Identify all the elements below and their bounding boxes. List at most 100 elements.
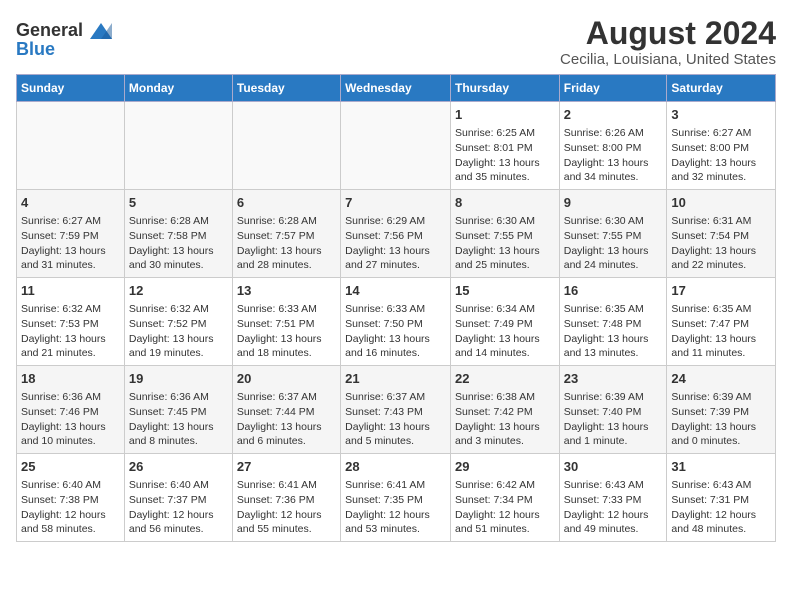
day-info: Sunrise: 6:29 AM Sunset: 7:56 PM Dayligh… (345, 214, 446, 273)
table-row: 13Sunrise: 6:33 AM Sunset: 7:51 PM Dayli… (232, 278, 340, 366)
day-number: 10 (671, 194, 771, 212)
day-number: 25 (21, 458, 120, 476)
table-row: 17Sunrise: 6:35 AM Sunset: 7:47 PM Dayli… (667, 278, 776, 366)
day-number: 5 (129, 194, 228, 212)
table-row: 18 Sunrise: 6:36 AM Sunset: 7:46 PM Dayli… (17, 366, 125, 454)
calendar-header-row: Sunday Monday Tuesday Wednesday Thursday… (17, 75, 776, 102)
header-monday: Monday (124, 75, 232, 102)
day-number: 28 (345, 458, 446, 476)
day-info: Sunrise: 6:32 AM Sunset: 7:53 PM Dayligh… (21, 302, 120, 361)
table-row (341, 102, 451, 190)
day-info: Sunrise: 6:33 AM Sunset: 7:50 PM Dayligh… (345, 302, 446, 361)
table-row: 2 Sunrise: 6:26 AM Sunset: 8:00 PM Daylig… (559, 102, 667, 190)
day-number: 11 (21, 282, 120, 300)
table-row: 29Sunrise: 6:42 AM Sunset: 7:34 PM Dayli… (450, 453, 559, 541)
day-info: Sunrise: 6:41 AM Sunset: 7:36 PM Dayligh… (237, 478, 336, 537)
table-row: 14 Sunrise: 6:33 AM Sunset: 7:50 PM Dayli… (341, 278, 451, 366)
day-info: Sunrise: 6:37 AM Sunset: 7:43 PM Dayligh… (345, 390, 446, 449)
table-row: 26Sunrise: 6:40 AM Sunset: 7:37 PM Dayli… (124, 453, 232, 541)
table-row: 28 Sunrise: 6:41 AM Sunset: 7:35 PM Dayli… (341, 453, 451, 541)
table-row: 21Sunrise: 6:37 AM Sunset: 7:43 PM Dayli… (341, 366, 451, 454)
table-row: 6Sunrise: 6:28 AM Sunset: 7:57 PM Daylig… (232, 190, 340, 278)
header-sunday: Sunday (17, 75, 125, 102)
day-number: 24 (671, 370, 771, 388)
day-info: Sunrise: 6:36 AM Sunset: 7:45 PM Dayligh… (129, 390, 228, 449)
table-row (124, 102, 232, 190)
table-row: 5 Sunrise: 6:28 AM Sunset: 7:58 PM Daylig… (124, 190, 232, 278)
day-number: 2 (564, 106, 663, 124)
day-number: 14 (345, 282, 446, 300)
day-number: 15 (455, 282, 555, 300)
day-info: Sunrise: 6:41 AM Sunset: 7:35 PM Dayligh… (345, 478, 446, 537)
day-info: Sunrise: 6:38 AM Sunset: 7:42 PM Dayligh… (455, 390, 555, 449)
page-header: General Blue August 2024 Cecilia, Louisi… (16, 16, 776, 68)
table-row: 3 Sunrise: 6:27 AM Sunset: 8:00 PM Daylig… (667, 102, 776, 190)
header-thursday: Thursday (450, 75, 559, 102)
day-info: Sunrise: 6:27 AM Sunset: 8:00 PM Dayligh… (671, 126, 771, 185)
calendar-week-row: 1Sunrise: 6:25 AM Sunset: 8:01 PM Daylig… (17, 102, 776, 190)
table-row: 8Sunrise: 6:30 AM Sunset: 7:55 PM Daylig… (450, 190, 559, 278)
day-info: Sunrise: 6:35 AM Sunset: 7:47 PM Dayligh… (671, 302, 771, 361)
day-info: Sunrise: 6:43 AM Sunset: 7:33 PM Dayligh… (564, 478, 663, 537)
header-tuesday: Tuesday (232, 75, 340, 102)
table-row: 24 Sunrise: 6:39 AM Sunset: 7:39 PM Dayli… (667, 366, 776, 454)
table-row (17, 102, 125, 190)
day-info: Sunrise: 6:34 AM Sunset: 7:49 PM Dayligh… (455, 302, 555, 361)
day-number: 3 (671, 106, 771, 124)
day-number: 18 (21, 370, 120, 388)
day-info: Sunrise: 6:27 AM Sunset: 7:59 PM Dayligh… (21, 214, 120, 273)
table-row: 4 Sunrise: 6:27 AM Sunset: 7:59 PM Daylig… (17, 190, 125, 278)
day-number: 31 (671, 458, 771, 476)
day-info: Sunrise: 6:32 AM Sunset: 7:52 PM Dayligh… (129, 302, 228, 361)
table-row: 20 Sunrise: 6:37 AM Sunset: 7:44 PM Dayli… (232, 366, 340, 454)
table-row: 19Sunrise: 6:36 AM Sunset: 7:45 PM Dayli… (124, 366, 232, 454)
table-row: 10Sunrise: 6:31 AM Sunset: 7:54 PM Dayli… (667, 190, 776, 278)
day-number: 9 (564, 194, 663, 212)
calendar-week-row: 4 Sunrise: 6:27 AM Sunset: 7:59 PM Daylig… (17, 190, 776, 278)
day-info: Sunrise: 6:28 AM Sunset: 7:58 PM Dayligh… (129, 214, 228, 273)
table-row: 30 Sunrise: 6:43 AM Sunset: 7:33 PM Dayli… (559, 453, 667, 541)
day-info: Sunrise: 6:40 AM Sunset: 7:38 PM Dayligh… (21, 478, 120, 537)
logo: General Blue (16, 20, 112, 60)
day-info: Sunrise: 6:39 AM Sunset: 7:39 PM Dayligh… (671, 390, 771, 449)
day-number: 27 (237, 458, 336, 476)
day-info: Sunrise: 6:37 AM Sunset: 7:44 PM Dayligh… (237, 390, 336, 449)
day-info: Sunrise: 6:43 AM Sunset: 7:31 PM Dayligh… (671, 478, 771, 537)
page-title: August 2024 (560, 16, 776, 51)
day-info: Sunrise: 6:42 AM Sunset: 7:34 PM Dayligh… (455, 478, 555, 537)
header-saturday: Saturday (667, 75, 776, 102)
day-info: Sunrise: 6:26 AM Sunset: 8:00 PM Dayligh… (564, 126, 663, 185)
day-info: Sunrise: 6:40 AM Sunset: 7:37 PM Dayligh… (129, 478, 228, 537)
table-row: 23 Sunrise: 6:39 AM Sunset: 7:40 PM Dayli… (559, 366, 667, 454)
table-row: 11 Sunrise: 6:32 AM Sunset: 7:53 PM Dayli… (17, 278, 125, 366)
day-info: Sunrise: 6:25 AM Sunset: 8:01 PM Dayligh… (455, 126, 555, 185)
calendar-table: Sunday Monday Tuesday Wednesday Thursday… (16, 74, 776, 542)
day-number: 4 (21, 194, 120, 212)
day-number: 16 (564, 282, 663, 300)
day-number: 23 (564, 370, 663, 388)
day-info: Sunrise: 6:36 AM Sunset: 7:46 PM Dayligh… (21, 390, 120, 449)
day-info: Sunrise: 6:30 AM Sunset: 7:55 PM Dayligh… (455, 214, 555, 273)
table-row: 27 Sunrise: 6:41 AM Sunset: 7:36 PM Dayli… (232, 453, 340, 541)
table-row: 31 Sunrise: 6:43 AM Sunset: 7:31 PM Dayli… (667, 453, 776, 541)
table-row: 9 Sunrise: 6:30 AM Sunset: 7:55 PM Daylig… (559, 190, 667, 278)
day-info: Sunrise: 6:39 AM Sunset: 7:40 PM Dayligh… (564, 390, 663, 449)
table-row: 16Sunrise: 6:35 AM Sunset: 7:48 PM Dayli… (559, 278, 667, 366)
day-number: 22 (455, 370, 555, 388)
header-wednesday: Wednesday (341, 75, 451, 102)
day-number: 20 (237, 370, 336, 388)
day-number: 13 (237, 282, 336, 300)
day-info: Sunrise: 6:28 AM Sunset: 7:57 PM Dayligh… (237, 214, 336, 273)
table-row (232, 102, 340, 190)
header-friday: Friday (559, 75, 667, 102)
table-row: 25 Sunrise: 6:40 AM Sunset: 7:38 PM Dayli… (17, 453, 125, 541)
day-number: 30 (564, 458, 663, 476)
logo-blue: Blue (16, 39, 55, 60)
logo-text: General (16, 20, 112, 41)
title-block: August 2024 Cecilia, Louisiana, United S… (560, 16, 776, 68)
table-row: 15 Sunrise: 6:34 AM Sunset: 7:49 PM Dayli… (450, 278, 559, 366)
table-row: 7 Sunrise: 6:29 AM Sunset: 7:56 PM Daylig… (341, 190, 451, 278)
day-info: Sunrise: 6:30 AM Sunset: 7:55 PM Dayligh… (564, 214, 663, 273)
page-subtitle: Cecilia, Louisiana, United States (560, 51, 776, 68)
day-number: 7 (345, 194, 446, 212)
